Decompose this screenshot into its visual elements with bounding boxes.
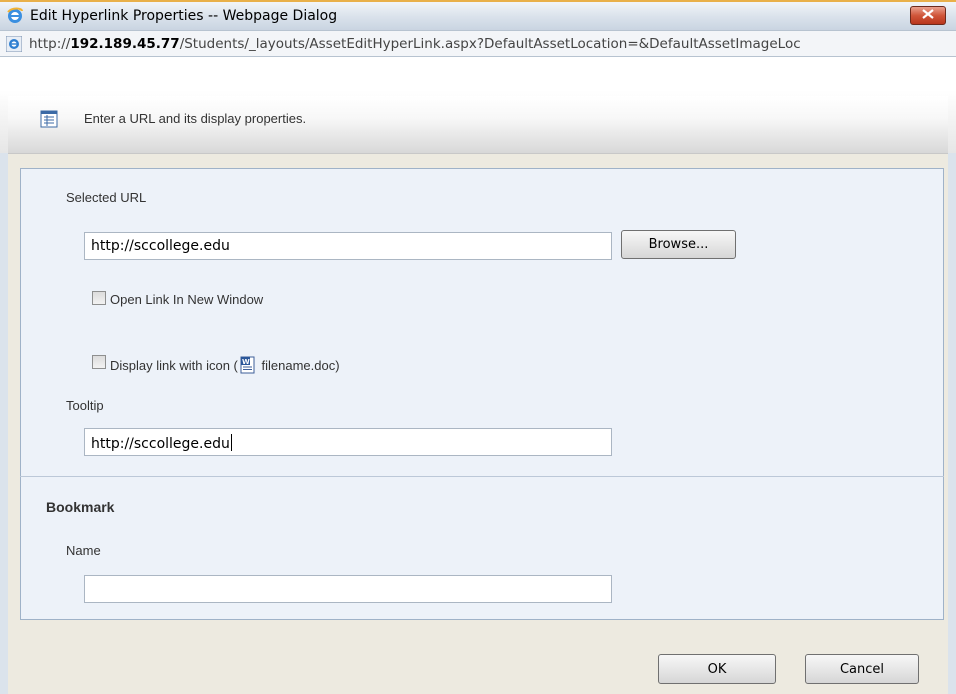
word-doc-icon: W	[239, 356, 257, 377]
url-host: 192.189.45.77	[70, 36, 180, 52]
url-prefix: http://	[29, 36, 71, 52]
section-divider	[20, 476, 944, 477]
ie-page-icon	[5, 35, 23, 56]
text-cursor	[230, 434, 232, 451]
selected-url-label: Selected URL	[66, 190, 147, 205]
ok-button[interactable]: OK	[658, 654, 776, 684]
properties-icon	[40, 110, 58, 132]
tooltip-input-value: http://sccollege.edu	[91, 436, 230, 452]
selected-url-input[interactable]: http://sccollege.edu	[84, 232, 612, 260]
tooltip-label: Tooltip	[66, 398, 104, 413]
display-icon-label-suffix: filename.doc)	[257, 358, 340, 373]
close-icon	[922, 8, 934, 23]
page-url: http://192.189.45.77/Students/_layouts/A…	[29, 36, 801, 52]
open-new-window-label: Open Link In New Window	[110, 292, 264, 307]
display-icon-checkbox[interactable]	[92, 355, 106, 369]
url-path: /Students/_layouts/AssetEditHyperLink.as…	[179, 36, 801, 52]
cancel-button[interactable]: Cancel	[805, 654, 919, 684]
info-strip: Enter a URL and its display properties.	[8, 96, 948, 154]
display-icon-label-text: Display link with icon (	[110, 358, 238, 373]
bookmark-name-label: Name	[66, 543, 101, 558]
tooltip-input[interactable]: http://sccollege.edu	[84, 428, 612, 456]
browse-button[interactable]: Browse...	[621, 230, 736, 259]
bookmark-name-input[interactable]	[84, 575, 612, 603]
open-new-window-checkbox[interactable]	[92, 291, 106, 305]
info-text: Enter a URL and its display properties.	[84, 111, 307, 126]
ie-icon	[6, 7, 24, 29]
dialog-title: Edit Hyperlink Properties -- Webpage Dia…	[30, 8, 338, 24]
close-button[interactable]	[910, 6, 946, 25]
dialog-title-bar[interactable]: Edit Hyperlink Properties -- Webpage Dia…	[0, 0, 956, 30]
svg-text:W: W	[242, 358, 250, 366]
display-icon-label: Display link with icon ( W filename.doc)	[110, 356, 340, 377]
bookmark-section-title: Bookmark	[46, 499, 115, 515]
address-bar: http://192.189.45.77/Students/_layouts/A…	[0, 30, 956, 57]
